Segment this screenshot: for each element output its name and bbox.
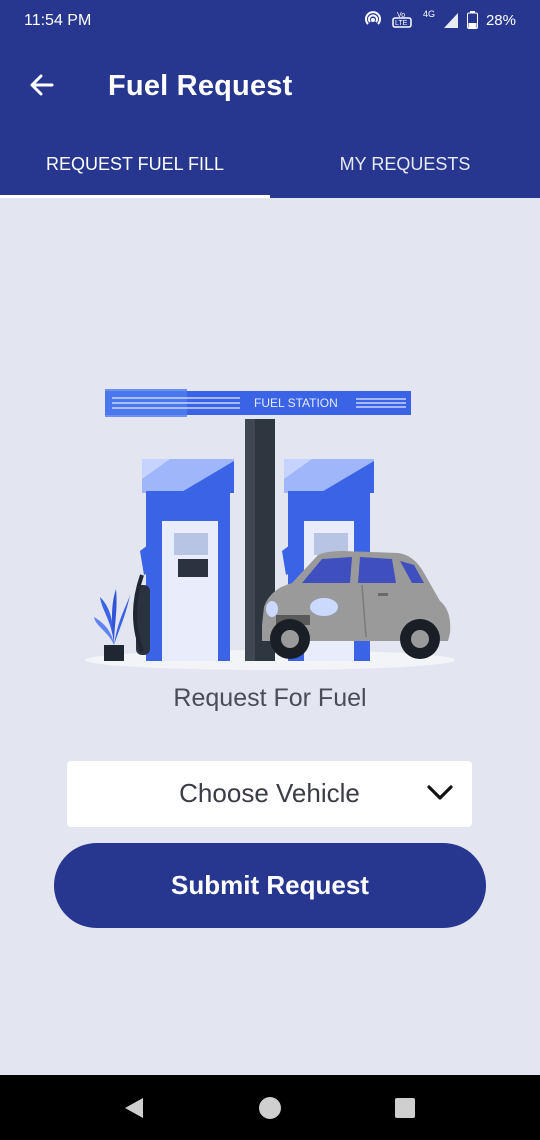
battery-icon: [466, 11, 478, 29]
fuel-station-illustration: FUEL STATION: [85, 389, 455, 670]
hotspot-icon: [365, 11, 381, 25]
recents-square-icon[interactable]: [392, 1095, 418, 1121]
tab-bar: REQUEST FUEL FILL MY REQUESTS: [0, 138, 540, 198]
status-bar: 11:54 PM LTE Vo 4G 28%: [0, 0, 540, 43]
tab-indicator: [0, 195, 270, 198]
network-type: 4G: [422, 9, 435, 19]
app-bar: Fuel Request REQUEST FUEL FILL MY REQUES…: [0, 43, 540, 198]
status-time: 11:54 PM: [24, 12, 92, 29]
signal-icon: [443, 13, 458, 28]
battery-percent: 28%: [485, 11, 516, 29]
system-nav-bar: [0, 1075, 540, 1140]
choose-vehicle-dropdown[interactable]: Choose Vehicle: [67, 761, 472, 827]
tab-my-requests[interactable]: MY REQUESTS: [270, 138, 540, 198]
submit-request-button[interactable]: Submit Request: [54, 843, 486, 928]
home-circle-icon[interactable]: [257, 1095, 283, 1121]
volte-icon: LTE Vo: [392, 12, 412, 28]
status-icons: LTE Vo 4G 28%: [363, 9, 516, 30]
chevron-down-icon: [427, 785, 453, 800]
svg-text:Vo: Vo: [397, 12, 405, 19]
choose-vehicle-value: Choose Vehicle: [179, 778, 360, 808]
sign-text: FUEL STATION: [254, 396, 338, 410]
back-triangle-icon[interactable]: [121, 1095, 147, 1121]
tab-request-fuel-fill[interactable]: REQUEST FUEL FILL: [0, 138, 270, 198]
request-caption: Request For Fuel: [173, 684, 367, 712]
page-title: Fuel Request: [108, 70, 293, 102]
arrow-left-icon[interactable]: [26, 69, 58, 101]
svg-text:LTE: LTE: [395, 20, 408, 27]
